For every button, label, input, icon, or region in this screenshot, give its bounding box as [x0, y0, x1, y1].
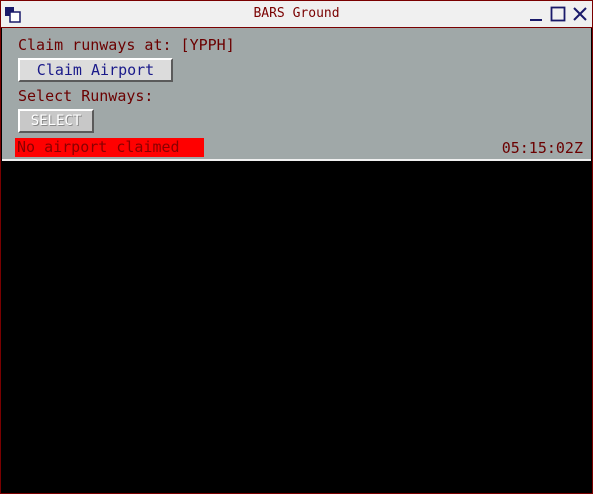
status-badge: No airport claimed [15, 138, 204, 157]
claim-runways-label: Claim runways at: [YPPH] [18, 36, 235, 54]
close-icon[interactable] [571, 5, 589, 23]
utc-clock: 05:15:02Z [501, 139, 583, 157]
select-button[interactable]: SELECT [18, 109, 94, 133]
claim-airport-button[interactable]: Claim Airport [18, 58, 173, 82]
map-display-area[interactable] [2, 161, 591, 492]
select-runways-label: Select Runways: [18, 87, 154, 105]
title-bar[interactable]: BARS Ground [1, 1, 592, 28]
control-panel: Claim runways at: [YPPH] Claim Airport S… [2, 28, 591, 161]
maximize-icon[interactable] [549, 5, 567, 23]
bars-ground-window: BARS Ground Claim runways at: [YPPH] Cla… [0, 0, 593, 494]
window-title: BARS Ground [253, 6, 340, 21]
minimize-icon[interactable] [527, 5, 545, 23]
